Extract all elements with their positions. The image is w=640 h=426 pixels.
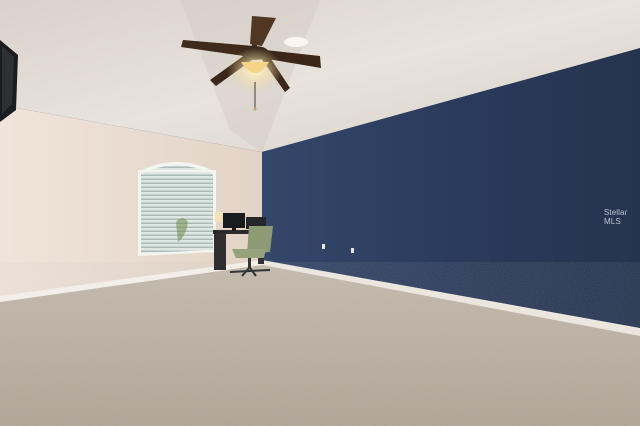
ceiling-light-reflection [284, 37, 308, 47]
room-scene [0, 0, 640, 426]
room-photo: Stellar MLS [0, 0, 640, 426]
arched-window [138, 162, 216, 256]
electrical-outlet [322, 244, 325, 249]
electrical-outlet-2 [351, 248, 354, 253]
watermark-text: Stellar MLS [604, 208, 628, 226]
